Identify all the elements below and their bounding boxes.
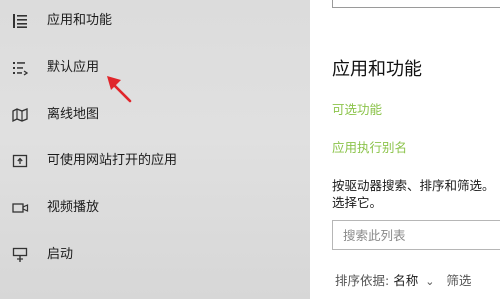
optional-features-link[interactable]: 可选功能: [332, 101, 382, 119]
top-input-box[interactable]: [332, 0, 500, 8]
chevron-down-icon[interactable]: ⌄: [425, 275, 434, 288]
sidebar-item-offline-maps[interactable]: 离线地图: [0, 98, 310, 132]
sort-value-dropdown[interactable]: 名称: [393, 273, 418, 288]
search-input[interactable]: [332, 220, 500, 250]
page-title: 应用和功能: [332, 59, 422, 80]
description-text: 按驱动器搜索、排序和筛选。 选择它。: [332, 177, 500, 211]
sidebar-item-label: 视频播放: [47, 200, 100, 215]
description-line: 选择它。: [332, 195, 383, 210]
sort-label: 排序依据:: [335, 273, 390, 288]
app-aliases-link[interactable]: 应用执行别名: [332, 139, 407, 157]
offline-maps-icon: [11, 106, 29, 124]
annotation-arrow-icon: [107, 76, 132, 103]
sidebar-item-apps-for-websites[interactable]: 可使用网站打开的应用: [0, 144, 310, 178]
sidebar-item-label: 默认应用: [47, 60, 100, 75]
sidebar-item-default-apps[interactable]: 默认应用: [0, 51, 310, 85]
apps-for-websites-icon: [11, 152, 29, 170]
sidebar-item-startup[interactable]: 启动: [0, 238, 310, 272]
sort-row: 排序依据: 名称 ⌄ 筛选: [335, 272, 471, 291]
description-line: 按驱动器搜索、排序和筛选。: [332, 178, 495, 193]
video-playback-icon: [11, 199, 29, 217]
sidebar: 应用和功能 默认应用 离线地图 可使用网站打开的应用 视频播放 启动: [0, 0, 310, 299]
apps-list-icon: [11, 12, 29, 30]
sidebar-item-video-playback[interactable]: 视频播放: [0, 191, 310, 225]
sidebar-item-label: 启动: [47, 247, 74, 262]
main-panel: 应用和功能 可选功能 应用执行别名 按驱动器搜索、排序和筛选。 选择它。 排序依…: [310, 0, 500, 299]
default-apps-icon: [11, 59, 29, 77]
sidebar-item-label: 离线地图: [47, 107, 100, 122]
startup-icon: [11, 246, 29, 264]
sidebar-item-apps-features[interactable]: 应用和功能: [0, 4, 310, 38]
sidebar-item-label: 可使用网站打开的应用: [47, 153, 178, 168]
filter-dropdown[interactable]: 筛选: [446, 273, 471, 288]
sidebar-item-label: 应用和功能: [47, 13, 113, 28]
